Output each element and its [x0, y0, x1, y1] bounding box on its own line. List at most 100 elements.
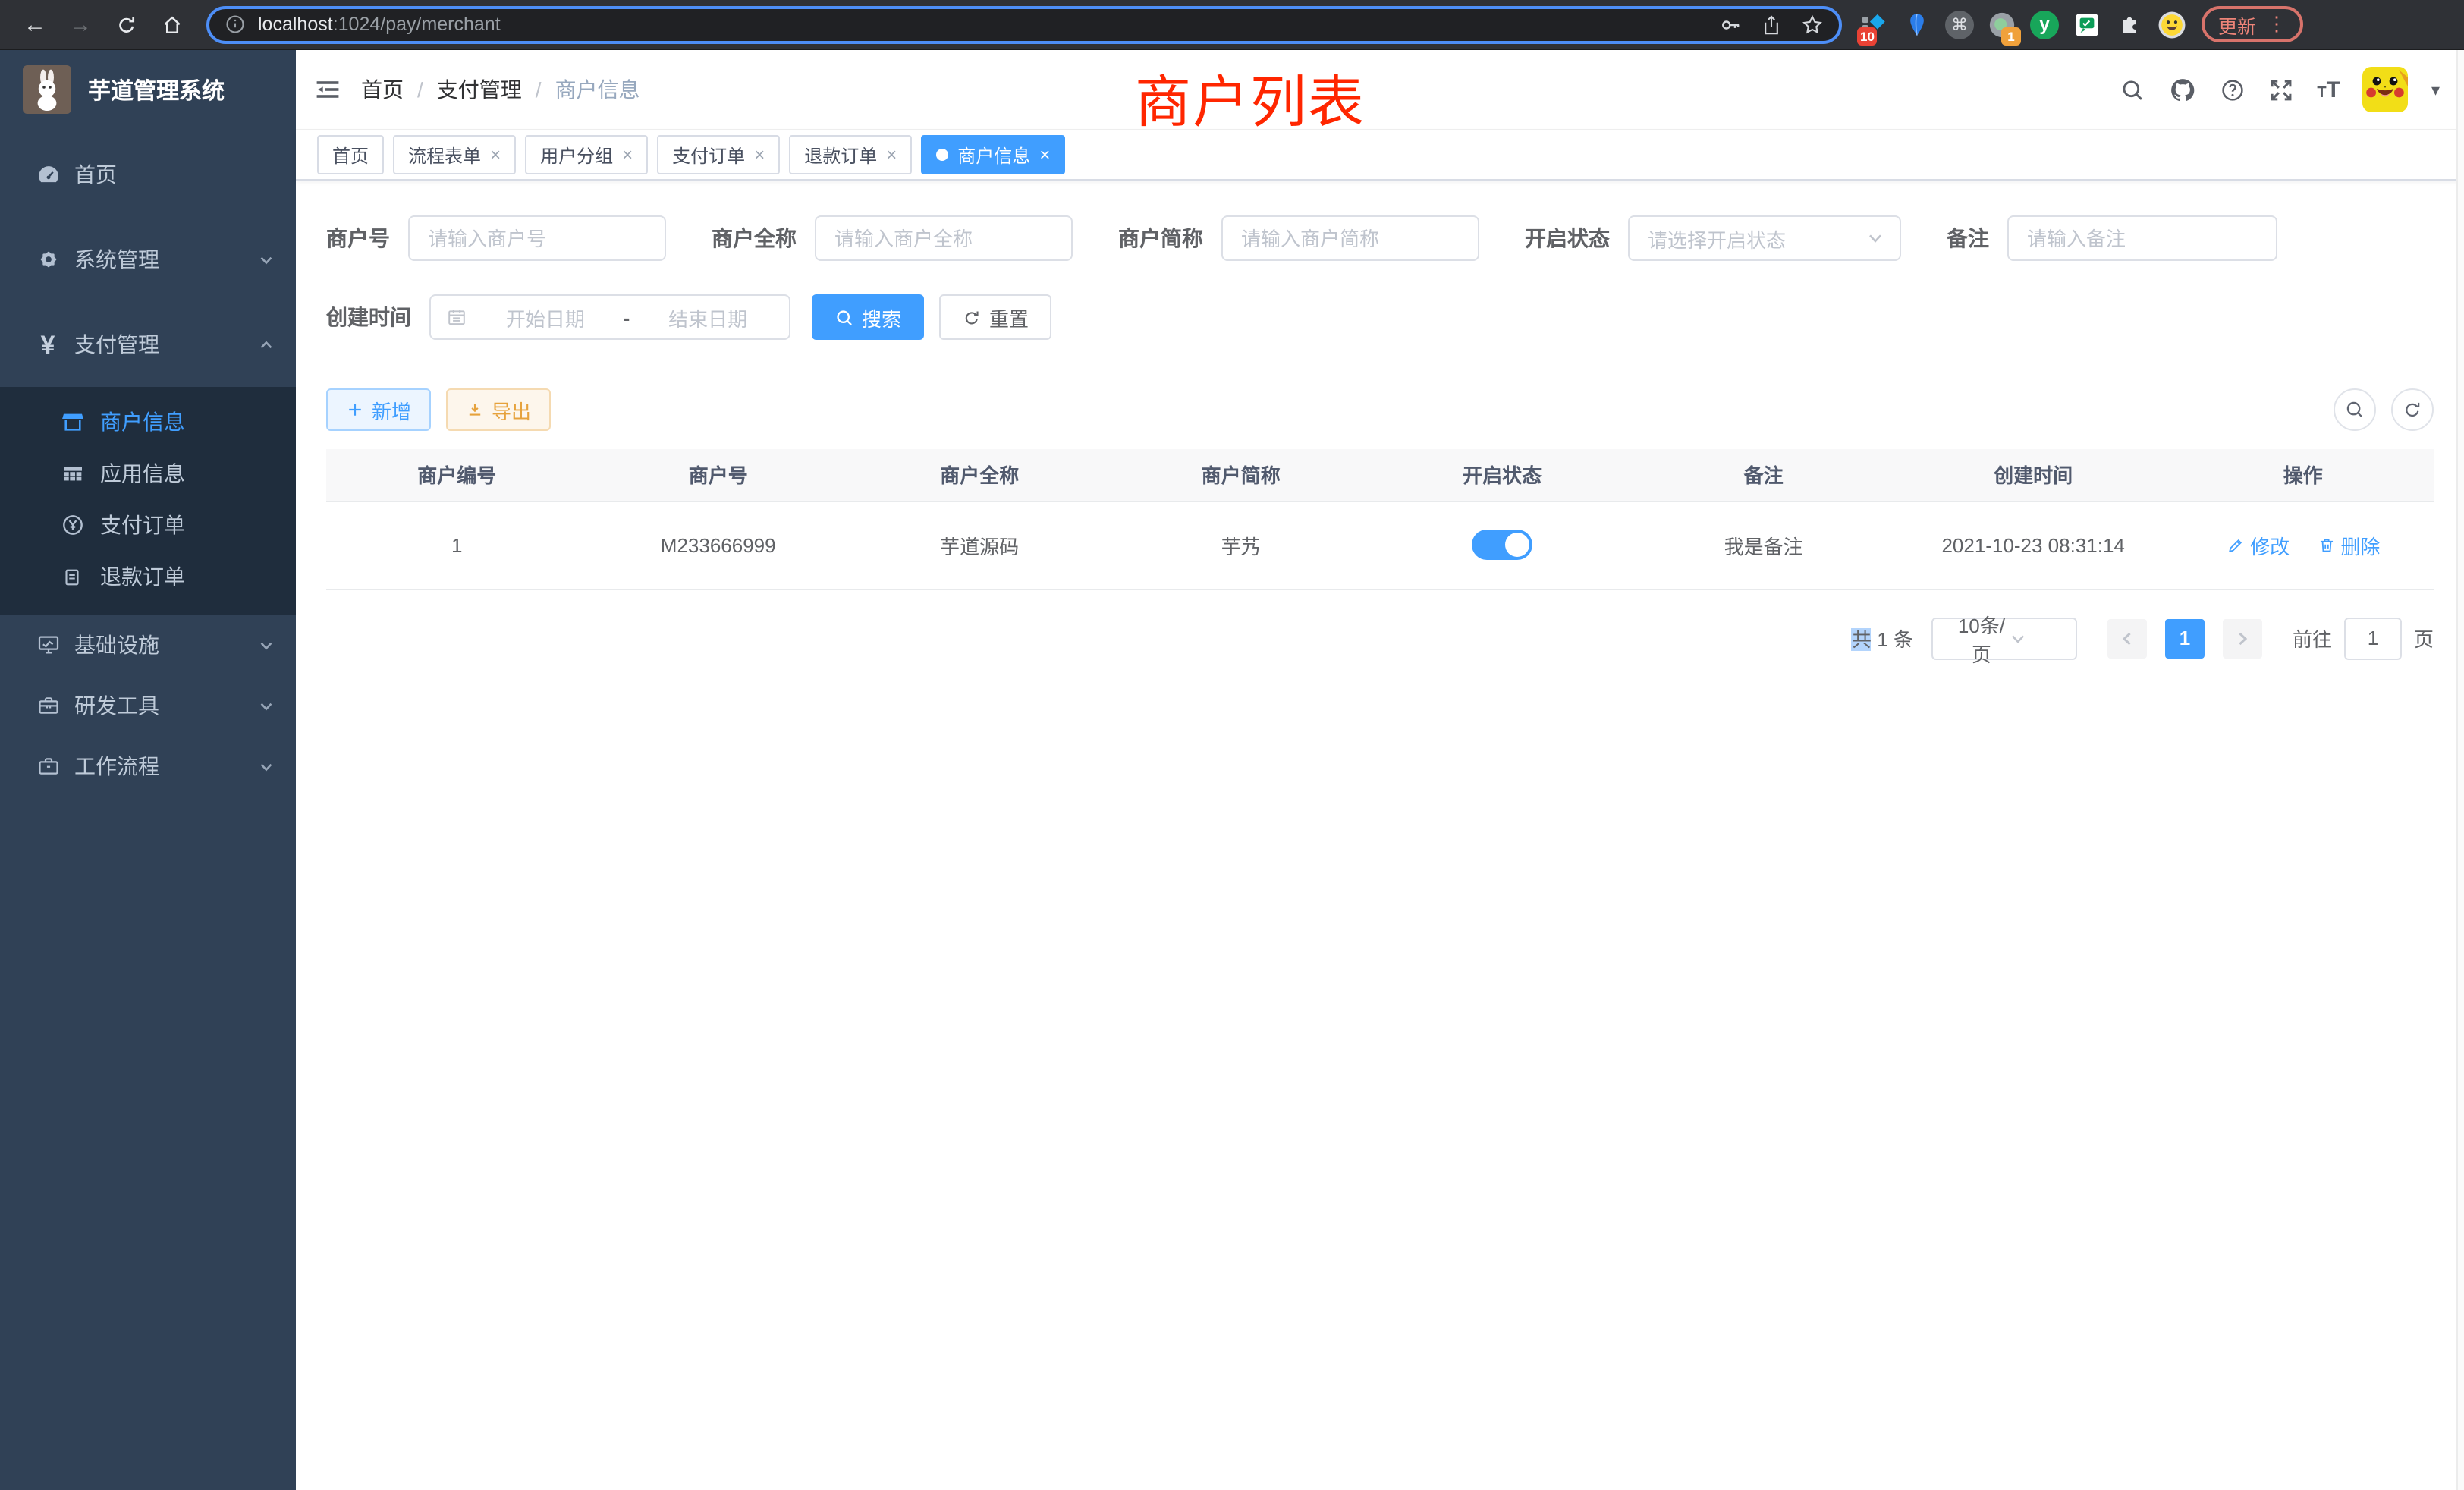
tab-user-group[interactable]: 用户分组 ×: [525, 135, 648, 174]
sidebar-item-label: 支付管理: [74, 329, 159, 360]
site-info-icon[interactable]: [225, 14, 246, 35]
font-size-icon[interactable]: TT: [2317, 77, 2340, 102]
sidebar-item-infrastructure[interactable]: 基础设施: [0, 615, 296, 675]
profile-emoji-icon[interactable]: [2158, 10, 2186, 39]
browser-update-button[interactable]: 更新 ⋮: [2202, 6, 2303, 42]
tab-label: 流程表单: [408, 142, 481, 168]
sidebar-item-merchant-info[interactable]: 商户信息: [0, 396, 296, 448]
browser-home-button[interactable]: [153, 6, 190, 42]
goto-page-input[interactable]: [2344, 617, 2402, 659]
extension-diamond-icon[interactable]: 10: [1860, 10, 1889, 39]
date-range-picker[interactable]: 开始日期 - 结束日期: [429, 294, 790, 340]
cell-remark: 我是备注: [1633, 501, 1894, 589]
header-search-icon[interactable]: [2120, 77, 2145, 102]
menu-kebab-icon[interactable]: ⋮: [2267, 12, 2286, 36]
sidebar-item-workflow[interactable]: 工作流程: [0, 736, 296, 797]
sidebar-item-dev-tools[interactable]: 研发工具: [0, 675, 296, 736]
status-select[interactable]: 请选择开启状态: [1628, 215, 1901, 261]
tab-label: 支付订单: [672, 142, 745, 168]
toggle-search-button[interactable]: [2334, 388, 2376, 431]
tab-process-form[interactable]: 流程表单 ×: [393, 135, 516, 174]
reload-icon: [115, 13, 137, 36]
search-button[interactable]: 搜索: [812, 294, 924, 340]
password-key-icon[interactable]: [1719, 13, 1742, 36]
help-icon[interactable]: [2220, 77, 2246, 102]
reset-button[interactable]: 重置: [939, 294, 1051, 340]
browser-back-button[interactable]: ←: [17, 6, 53, 42]
status-toggle[interactable]: [1472, 530, 1532, 560]
close-icon[interactable]: ×: [886, 146, 897, 164]
extension-cmd-icon[interactable]: ⌘: [1945, 10, 1974, 39]
tab-pay-orders[interactable]: 支付订单 ×: [657, 135, 780, 174]
chevron-left-icon: [2118, 629, 2136, 647]
avatar[interactable]: [2363, 67, 2409, 112]
page-header: 首页 / 支付管理 / 商户信息 TT ▾: [296, 50, 2464, 130]
sidebar-item-system[interactable]: 系统管理: [0, 217, 296, 302]
close-icon[interactable]: ×: [1039, 146, 1050, 164]
short-name-input[interactable]: [1221, 215, 1479, 261]
sidebar-item-pay-orders[interactable]: 支付订单: [0, 499, 296, 551]
sidebar-item-home[interactable]: 首页: [0, 132, 296, 217]
page-size-select[interactable]: 10条/页: [1931, 617, 2077, 659]
export-button[interactable]: 导出: [446, 388, 551, 431]
col-full-name: 商户全称: [849, 449, 1110, 501]
close-icon[interactable]: ×: [622, 146, 633, 164]
sidebar-item-label: 研发工具: [74, 690, 159, 721]
extension-balloon-icon[interactable]: [1903, 10, 1931, 39]
breadcrumb-home[interactable]: 首页: [361, 74, 404, 105]
breadcrumb-payment[interactable]: 支付管理: [437, 74, 522, 105]
close-icon[interactable]: ×: [754, 146, 765, 164]
date-start-placeholder: 开始日期: [479, 303, 611, 332]
extension-y-icon[interactable]: y: [2030, 10, 2059, 39]
merchant-no-input[interactable]: [408, 215, 666, 261]
tab-label: 用户分组: [540, 142, 613, 168]
edit-link[interactable]: 修改: [2226, 530, 2290, 559]
cell-status: [1372, 501, 1633, 589]
sidebar-item-app-info[interactable]: 应用信息: [0, 448, 296, 499]
tab-merchant-info[interactable]: 商户信息 ×: [921, 135, 1065, 174]
bookmark-star-icon[interactable]: [1801, 13, 1824, 36]
next-page-button[interactable]: [2223, 618, 2262, 658]
full-name-input[interactable]: [815, 215, 1073, 261]
github-icon[interactable]: [2168, 75, 2197, 104]
tabs-bar: 首页 流程表单 × 用户分组 × 支付订单 × 退款订单 × 商户信息 ×: [296, 130, 2464, 181]
extensions-puzzle-icon[interactable]: [2115, 10, 2144, 39]
browser-toolbar: ← → localhost :1024/pay/merchant 10: [0, 0, 2464, 50]
remark-input[interactable]: [2007, 215, 2277, 261]
fullscreen-icon[interactable]: [2268, 77, 2294, 102]
tab-label: 退款订单: [804, 142, 877, 168]
goto-label: 前往: [2293, 624, 2332, 652]
avatar-caret-icon[interactable]: ▾: [2431, 80, 2440, 99]
export-button-label: 导出: [492, 395, 531, 424]
merchant-table: 商户编号 商户号 商户全称 商户简称 开启状态 备注 创建时间 操作 1: [326, 449, 2434, 589]
sidebar-item-label: 系统管理: [74, 244, 159, 275]
sidebar-item-refund-orders[interactable]: 退款订单: [0, 551, 296, 602]
url-host: localhost: [258, 14, 333, 35]
total-suffix: 条: [1894, 628, 1913, 651]
sidebar-item-label: 首页: [74, 159, 117, 190]
tab-label: 商户信息: [957, 142, 1030, 168]
app-title: 芋道管理系统: [88, 74, 225, 105]
extension-camera-icon[interactable]: 1: [1988, 10, 2016, 39]
reset-button-label: 重置: [989, 303, 1029, 332]
address-bar[interactable]: localhost :1024/pay/merchant: [206, 5, 1842, 43]
add-button[interactable]: 新增: [326, 388, 431, 431]
sidebar-item-payment[interactable]: ¥ 支付管理: [0, 302, 296, 387]
page-number-1[interactable]: 1: [2165, 618, 2205, 658]
browser-forward-button[interactable]: →: [62, 6, 99, 42]
monitor-icon: [35, 633, 61, 657]
sidebar-collapse-button[interactable]: [314, 76, 341, 103]
tab-refund-orders[interactable]: 退款订单 ×: [789, 135, 912, 174]
tab-home[interactable]: 首页: [317, 135, 384, 174]
close-icon[interactable]: ×: [490, 146, 501, 164]
delete-link[interactable]: 删除: [2316, 530, 2380, 559]
chevron-down-icon: [258, 758, 275, 775]
storefront-icon: [59, 410, 85, 434]
extension-chat-icon[interactable]: [2073, 10, 2101, 39]
short-name-label: 商户简称: [1118, 223, 1203, 253]
browser-reload-button[interactable]: [108, 6, 144, 42]
share-icon[interactable]: [1760, 13, 1783, 36]
plus-icon: [346, 401, 364, 419]
refresh-table-button[interactable]: [2391, 388, 2434, 431]
prev-page-button[interactable]: [2107, 618, 2147, 658]
